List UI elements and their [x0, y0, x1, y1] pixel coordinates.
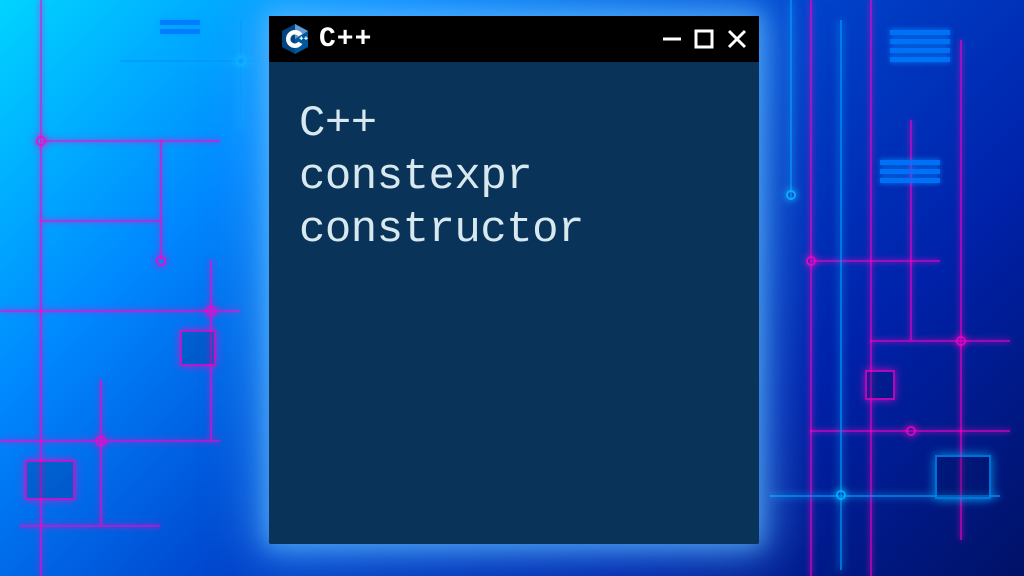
- window-title: C++: [319, 24, 661, 55]
- minimize-button[interactable]: [661, 28, 683, 50]
- maximize-button[interactable]: [693, 28, 715, 50]
- close-button[interactable]: [725, 27, 749, 51]
- window-controls: [661, 27, 749, 51]
- cpp-logo-icon: [279, 23, 311, 55]
- app-window: C++ C++ constexpr constructor: [269, 16, 759, 544]
- window-body: C++ constexpr constructor: [269, 62, 759, 292]
- body-text: C++ constexpr constructor: [299, 98, 729, 256]
- titlebar[interactable]: C++: [269, 16, 759, 62]
